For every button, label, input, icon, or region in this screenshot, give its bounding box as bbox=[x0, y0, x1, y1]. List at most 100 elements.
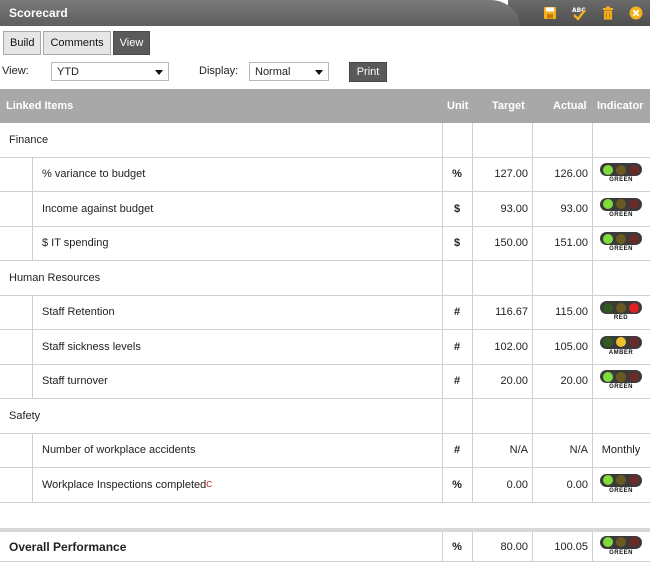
header-linked-items: Linked Items bbox=[6, 100, 74, 112]
scorecard-table: Linked Items Unit Target Actual Indicato… bbox=[0, 89, 650, 503]
save-icon[interactable] bbox=[542, 5, 558, 21]
traffic-light-icon: GREEN bbox=[599, 163, 643, 185]
lamp bbox=[615, 164, 626, 175]
tab-build[interactable]: Build bbox=[3, 31, 42, 55]
item-target: 93.00 bbox=[500, 202, 528, 215]
item-name-text: $ IT spending bbox=[42, 237, 109, 250]
lamp bbox=[628, 371, 639, 382]
indicator-status-label: GREEN bbox=[609, 246, 633, 253]
item-indicator: GREEN bbox=[592, 365, 650, 399]
group-row: Finance bbox=[0, 123, 650, 158]
overall-indicator: GREEN bbox=[592, 532, 650, 561]
item-name: Workplace Inspections completed C bbox=[42, 468, 212, 502]
overall-target: 80.00 bbox=[500, 540, 528, 553]
traffic-light-icon: GREEN bbox=[599, 232, 643, 254]
item-actual: N/A bbox=[569, 444, 588, 457]
lamp bbox=[603, 302, 614, 313]
table-row[interactable]: $ IT spending $150.00 151.00 GREEN bbox=[0, 226, 650, 261]
traffic-light-icon: GREEN bbox=[599, 535, 643, 558]
item-indicator: GREEN bbox=[592, 192, 650, 226]
print-button[interactable]: Print bbox=[349, 62, 387, 82]
overall-label: Overall Performance bbox=[9, 539, 127, 554]
close-icon[interactable] bbox=[628, 5, 644, 21]
lamp bbox=[628, 475, 639, 486]
display-select-value: Normal bbox=[255, 66, 291, 78]
tab-bar: Build Comments View bbox=[3, 31, 151, 55]
group-name: Safety bbox=[9, 409, 41, 422]
table-row[interactable]: Number of workplace accidents # N/A N/A Mont… bbox=[0, 433, 650, 468]
item-name: Number of workplace accidents bbox=[42, 434, 195, 468]
table-header: Linked Items Unit Target Actual Indicato… bbox=[0, 89, 650, 123]
indicator-status-label: GREEN bbox=[609, 177, 633, 184]
item-actual: 115.00 bbox=[555, 306, 588, 319]
item-unit: % bbox=[452, 478, 462, 491]
spellcheck-icon[interactable]: ABC bbox=[571, 5, 587, 21]
item-name: $ IT spending bbox=[42, 227, 108, 261]
table-row[interactable]: Staff turnover #20.00 20.00 GREEN bbox=[0, 364, 650, 399]
item-name-text: Staff sickness levels bbox=[42, 340, 141, 353]
table-body: Finance % variance to budget% 127.00 126.00… bbox=[0, 123, 650, 503]
trash-icon[interactable] bbox=[600, 5, 616, 21]
table-row[interactable]: Workplace Inspections completed C% 0.00 0.0… bbox=[0, 468, 650, 503]
item-name-text: % variance to budget bbox=[42, 168, 146, 181]
group-row: Human Resources bbox=[0, 261, 650, 296]
chevron-down-icon bbox=[315, 70, 323, 75]
indicator-status-label: GREEN bbox=[609, 487, 633, 494]
lamp bbox=[628, 302, 639, 313]
item-actual: 20.00 bbox=[560, 375, 588, 388]
traffic-light-icon: GREEN bbox=[599, 197, 643, 220]
indicator-text: Monthly bbox=[601, 444, 641, 457]
lamp bbox=[615, 199, 626, 210]
item-name-text: Number of workplace accidents bbox=[42, 444, 196, 457]
item-indicator: Monthly bbox=[592, 434, 650, 468]
title-bar: Scorecard ABC bbox=[0, 0, 650, 26]
table-row[interactable]: Income against budget $93.00 93.00 GREEN bbox=[0, 192, 650, 227]
item-target: 20.00 bbox=[500, 375, 528, 388]
comment-marker[interactable]: C bbox=[206, 480, 212, 489]
item-name-text: Workplace Inspections completed bbox=[42, 478, 207, 491]
item-name-text: Staff turnover bbox=[42, 375, 108, 388]
traffic-light-icon: RED bbox=[599, 301, 643, 323]
item-unit: # bbox=[453, 306, 461, 319]
item-unit: $ bbox=[453, 202, 461, 215]
view-select-value: YTD bbox=[57, 66, 79, 78]
lamp bbox=[603, 199, 614, 210]
tab-comments[interactable]: Comments bbox=[43, 31, 111, 55]
item-target: 0.00 bbox=[506, 478, 528, 491]
group-name: Finance bbox=[9, 133, 49, 146]
view-select[interactable]: YTD bbox=[51, 62, 169, 81]
lamp bbox=[615, 371, 626, 382]
item-indicator: GREEN bbox=[592, 468, 650, 502]
overall-performance-row: Overall Performance % 80.00 100.05 GREEN bbox=[0, 528, 650, 562]
indicator-status-label: RED bbox=[613, 315, 629, 322]
item-actual: 126.00 bbox=[554, 168, 588, 181]
table-row[interactable]: % variance to budget% 127.00 126.00 GREEN bbox=[0, 157, 650, 192]
lamp bbox=[615, 233, 626, 244]
title-bar-left bbox=[0, 0, 520, 26]
item-indicator: AMBER bbox=[592, 330, 650, 364]
lamp bbox=[615, 337, 626, 348]
table-row[interactable]: Staff sickness levels #102.00 105.00 AMBER bbox=[0, 330, 650, 365]
header-target: Target bbox=[492, 100, 525, 112]
table-row[interactable]: Staff Retention #116.67 115.00 RED bbox=[0, 295, 650, 330]
tab-view[interactable]: View bbox=[112, 31, 151, 55]
item-actual: 105.00 bbox=[554, 340, 588, 353]
indicator-status-label: GREEN bbox=[609, 549, 633, 556]
item-target: 127.00 bbox=[494, 168, 528, 181]
lamp bbox=[615, 302, 626, 313]
item-indicator: GREEN bbox=[592, 227, 650, 261]
item-target: N/A bbox=[509, 444, 528, 457]
display-select[interactable]: Normal bbox=[249, 62, 329, 81]
lamp bbox=[628, 164, 639, 175]
item-name: Staff sickness levels bbox=[42, 330, 141, 364]
item-target: 116.67 bbox=[495, 306, 528, 319]
overall-unit: % bbox=[452, 540, 462, 553]
lamp bbox=[603, 371, 614, 382]
item-name: Staff Retention bbox=[42, 296, 115, 330]
item-target: 102.00 bbox=[494, 340, 528, 353]
header-actual: Actual bbox=[553, 100, 587, 112]
item-indicator: RED bbox=[592, 296, 650, 330]
item-target: 150.00 bbox=[494, 237, 528, 250]
group-row: Safety bbox=[0, 399, 650, 434]
lamp bbox=[628, 199, 639, 210]
